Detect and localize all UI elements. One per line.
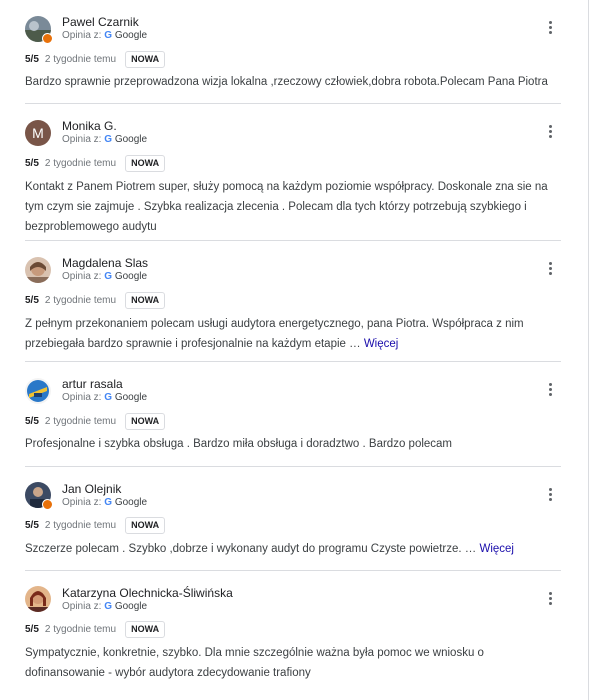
more-options-button[interactable] [546, 488, 554, 504]
rating-score: 5/5 [25, 415, 39, 427]
local-guide-badge [42, 33, 53, 44]
review-source: Opinia z: G Google [62, 271, 147, 282]
review-author[interactable]: Pawel Czarnik [62, 15, 139, 29]
review-body: Szczerze polecam . Szybko ,dobrze i wyko… [25, 543, 477, 555]
more-options-button[interactable] [546, 125, 554, 141]
avatar[interactable] [25, 378, 51, 404]
reviews-list: Pawel Czarnik Opinia z: G Google 5/5 2 t… [25, 0, 561, 700]
rating-score: 5/5 [25, 519, 39, 531]
rating-line: 5/5 2 tygodnie temu NOWA [25, 291, 166, 309]
local-guide-badge [42, 499, 53, 510]
avatar[interactable] [25, 257, 51, 283]
rating-line: 5/5 2 tygodnie temu NOWA [25, 412, 166, 430]
review-card: Katarzyna Olechnicka-Śliwińska Opinia z:… [25, 571, 561, 700]
more-options-button[interactable] [546, 262, 554, 278]
read-more-link[interactable]: Więcej [364, 338, 399, 350]
more-options-button[interactable] [546, 592, 554, 608]
review-source: Opinia z: G Google [62, 134, 147, 145]
review-author[interactable]: Magdalena Slas [62, 256, 148, 270]
google-label: Google [114, 601, 148, 612]
google-icon: G [104, 497, 113, 508]
google-label: Google [114, 30, 148, 41]
rating-score: 5/5 [25, 623, 39, 635]
review-text: Bardzo sprawnie przeprowadzona wizja lok… [25, 72, 555, 92]
review-card: M Monika G. Opinia z: G Google 5/5 2 tyg… [25, 104, 561, 241]
review-body: Kontakt z Panem Piotrem super, służy pom… [25, 181, 548, 233]
review-body: Profesjonalne i szybka obsługa . Bardzo … [25, 438, 453, 450]
rating-line: 5/5 2 tygodnie temu NOWA [25, 516, 166, 534]
review-body: Sympatycznie, konkretnie, szybko. Dla mn… [25, 647, 484, 679]
review-text: Profesjonalne i szybka obsługa . Bardzo … [25, 434, 555, 454]
review-card: Pawel Czarnik Opinia z: G Google 5/5 2 t… [25, 0, 561, 104]
review-time: 2 tygodnie temu [44, 53, 117, 65]
avatar-letter: M [32, 125, 44, 141]
review-author[interactable]: artur rasala [62, 377, 123, 391]
new-badge: NOWA [125, 291, 166, 309]
google-icon: G [104, 271, 113, 282]
review-author[interactable]: Jan Olejnik [62, 482, 121, 496]
new-badge: NOWA [125, 50, 166, 68]
google-icon: G [104, 30, 113, 41]
source-label: Opinia z: [62, 392, 102, 403]
new-badge: NOWA [125, 412, 166, 430]
read-more-link[interactable]: Więcej [479, 543, 514, 555]
google-icon: G [104, 134, 113, 145]
rating-score: 5/5 [25, 53, 39, 65]
google-label: Google [114, 271, 148, 282]
review-card: artur rasala Opinia z: G Google 5/5 2 ty… [25, 362, 561, 467]
review-source: Opinia z: G Google [62, 601, 147, 612]
google-label: Google [114, 134, 148, 145]
rating-score: 5/5 [25, 157, 39, 169]
rating-line: 5/5 2 tygodnie temu NOWA [25, 50, 166, 68]
rating-line: 5/5 2 tygodnie temu NOWA [25, 620, 166, 638]
review-source: Opinia z: G Google [62, 497, 147, 508]
review-text: Sympatycznie, konkretnie, szybko. Dla mn… [25, 643, 555, 683]
more-options-button[interactable] [546, 21, 554, 37]
review-time: 2 tygodnie temu [44, 519, 117, 531]
google-label: Google [114, 497, 148, 508]
google-icon: G [104, 392, 113, 403]
review-body: Bardzo sprawnie przeprowadzona wizja lok… [25, 76, 548, 88]
review-time: 2 tygodnie temu [44, 157, 117, 169]
review-text: Szczerze polecam . Szybko ,dobrze i wyko… [25, 539, 555, 559]
review-author[interactable]: Katarzyna Olechnicka-Śliwińska [62, 586, 233, 600]
review-card: Magdalena Slas Opinia z: G Google 5/5 2 … [25, 241, 561, 362]
avatar[interactable] [25, 586, 51, 612]
new-badge: NOWA [125, 154, 166, 172]
review-body: Z pełnym przekonaniem polecam usługi aud… [25, 318, 524, 350]
review-text: Kontakt z Panem Piotrem super, służy pom… [25, 177, 555, 237]
review-time: 2 tygodnie temu [44, 415, 117, 427]
avatar[interactable]: M [25, 120, 51, 146]
source-label: Opinia z: [62, 30, 102, 41]
review-author[interactable]: Monika G. [62, 119, 117, 133]
source-label: Opinia z: [62, 271, 102, 282]
review-source: Opinia z: G Google [62, 30, 147, 41]
google-icon: G [104, 601, 113, 612]
source-label: Opinia z: [62, 134, 102, 145]
new-badge: NOWA [125, 620, 166, 638]
source-label: Opinia z: [62, 601, 102, 612]
review-time: 2 tygodnie temu [44, 623, 117, 635]
review-source: Opinia z: G Google [62, 392, 147, 403]
rating-line: 5/5 2 tygodnie temu NOWA [25, 154, 166, 172]
source-label: Opinia z: [62, 497, 102, 508]
rating-score: 5/5 [25, 294, 39, 306]
new-badge: NOWA [125, 516, 166, 534]
review-text: Z pełnym przekonaniem polecam usługi aud… [25, 314, 555, 354]
google-label: Google [114, 392, 148, 403]
review-time: 2 tygodnie temu [44, 294, 117, 306]
more-options-button[interactable] [546, 383, 554, 399]
review-card: Jan Olejnik Opinia z: G Google 5/5 2 tyg… [25, 467, 561, 571]
